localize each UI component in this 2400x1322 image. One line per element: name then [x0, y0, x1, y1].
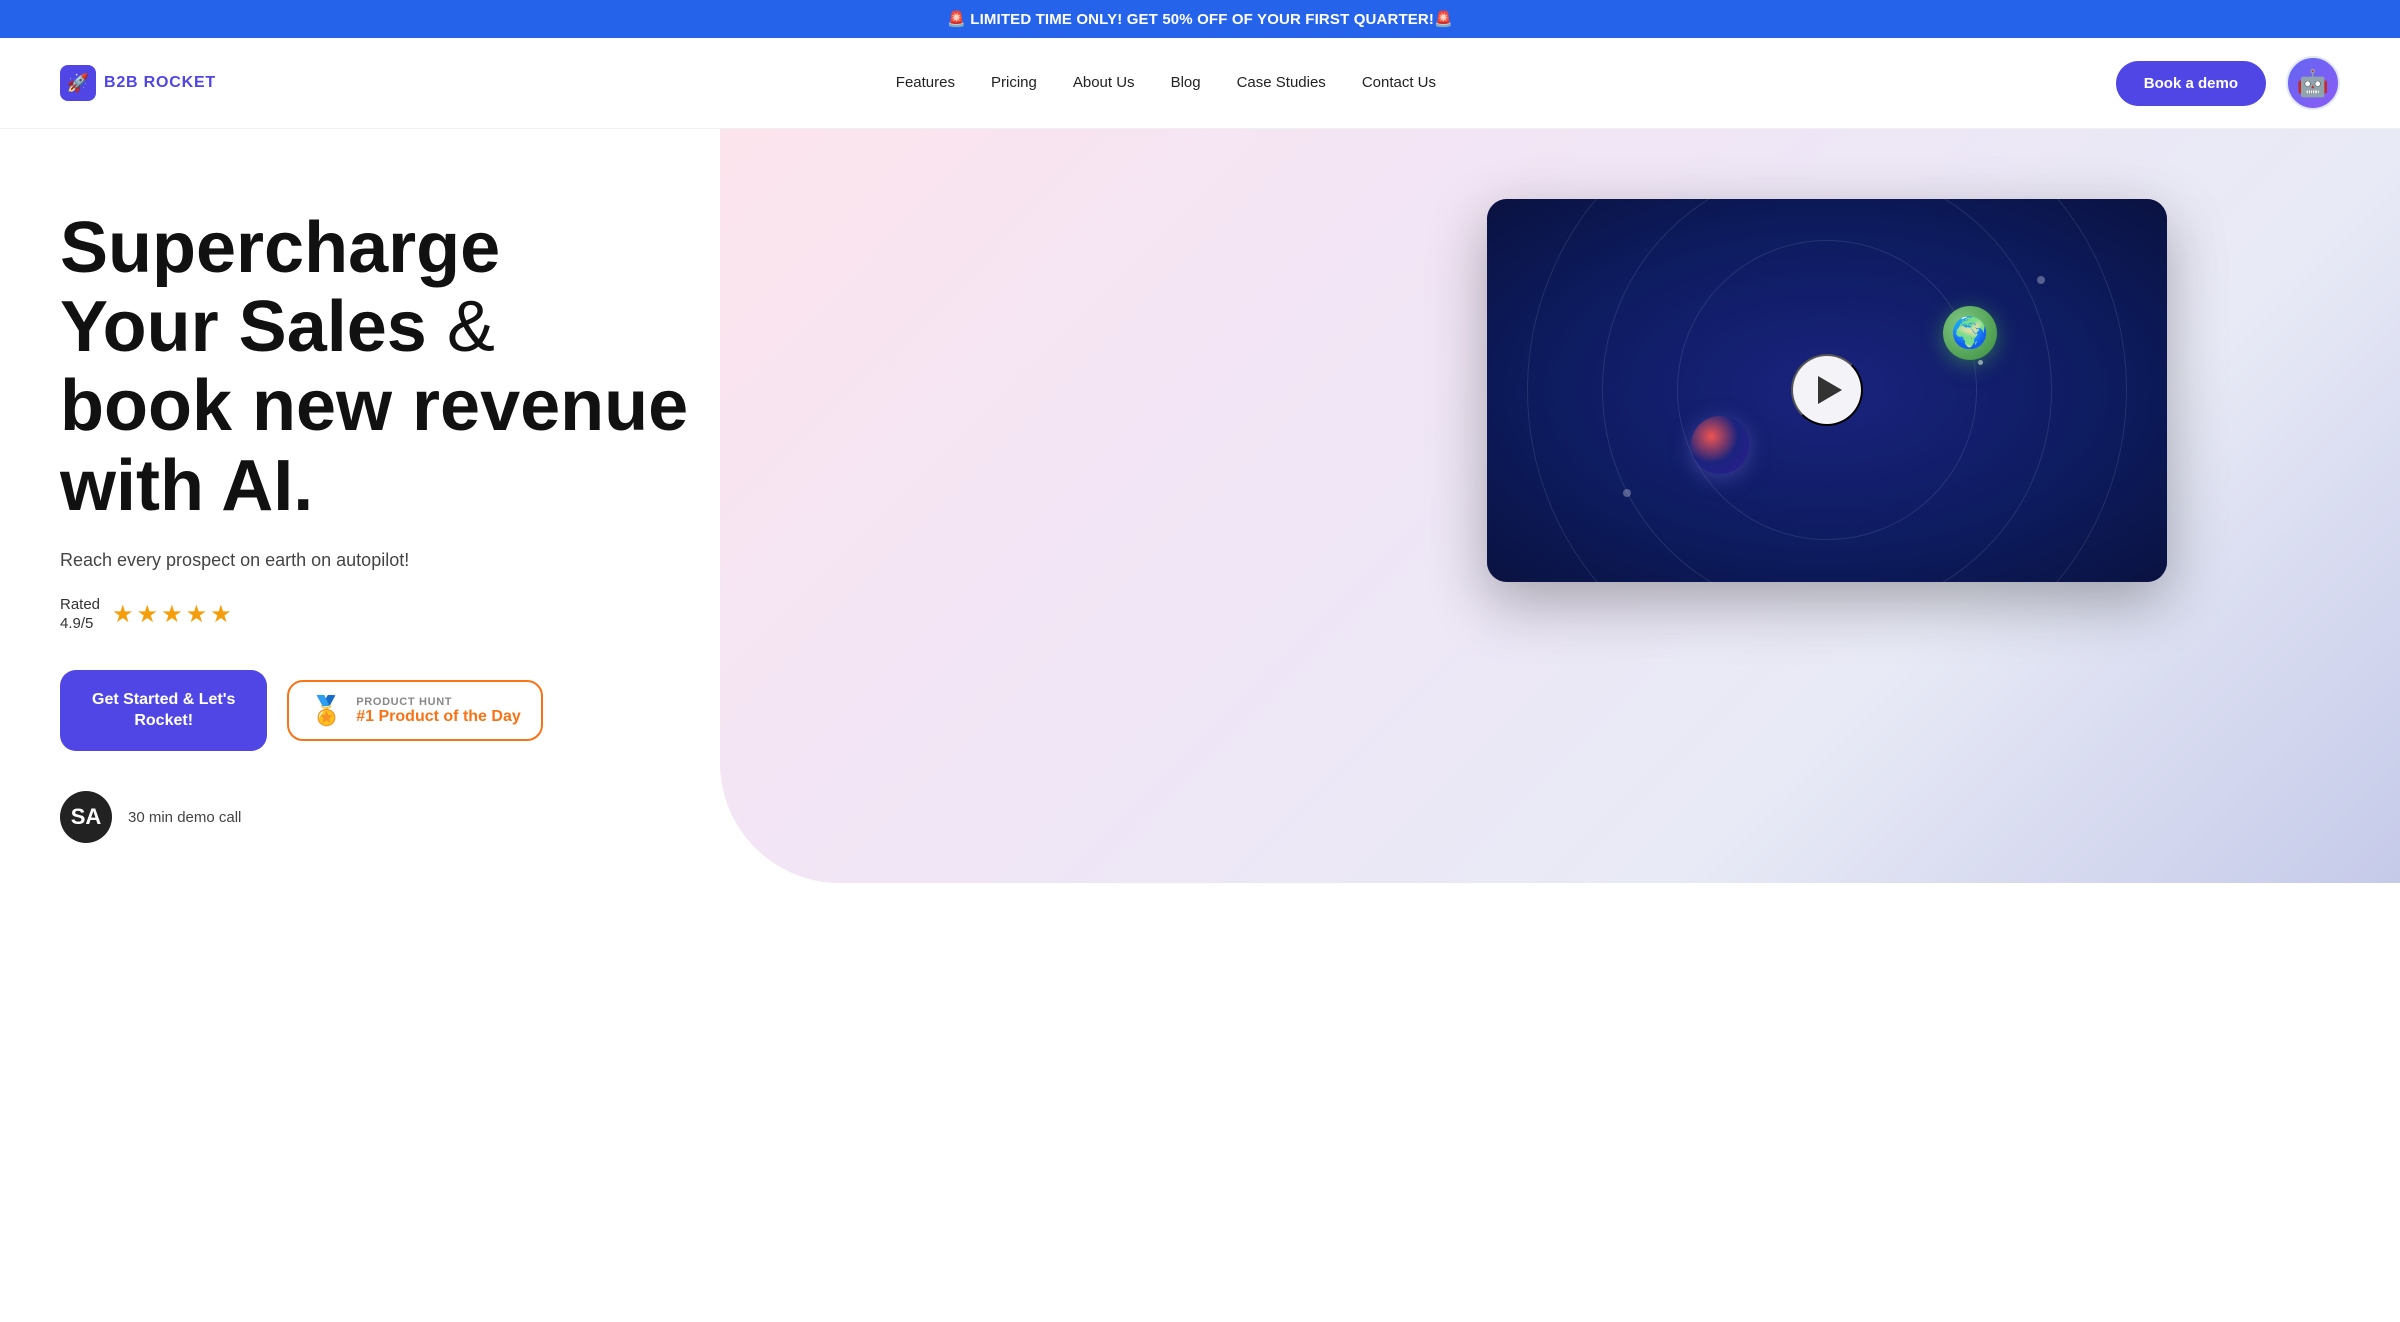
- product-hunt-badge[interactable]: 🏅 PRODUCT HUNT #1 Product of the Day: [287, 680, 542, 741]
- small-dot-1: [2037, 276, 2045, 284]
- hero-right: 🌍: [1314, 189, 2340, 582]
- star-5-half: ★: [210, 600, 232, 629]
- ph-label-bottom: #1 Product of the Day: [356, 708, 520, 726]
- star-rating: ★ ★ ★ ★ ★: [112, 600, 232, 629]
- star-4: ★: [186, 600, 208, 629]
- nav-case-studies[interactable]: Case Studies: [1237, 74, 1326, 91]
- navbar: 🚀 B2B ROCKET Features Pricing About Us B…: [0, 38, 2400, 129]
- hero-title-line3: book new revenue: [60, 366, 688, 446]
- hero-title-line4: with AI.: [60, 446, 313, 526]
- get-started-button[interactable]: Get Started & Let'sRocket!: [60, 670, 267, 752]
- hero-title-line1: Supercharge: [60, 208, 500, 288]
- book-demo-button[interactable]: Book a demo: [2116, 61, 2266, 106]
- banner-text: 🚨 LIMITED TIME ONLY! GET 50% OFF OF YOUR…: [947, 11, 1453, 28]
- video-container: 🌍: [1487, 199, 2167, 582]
- logo-link[interactable]: 🚀 B2B ROCKET: [60, 65, 216, 101]
- hero-subtitle: Reach every prospect on earth on autopil…: [60, 550, 1314, 571]
- play-button[interactable]: [1791, 354, 1863, 426]
- demo-call-text: 30 min demo call: [128, 809, 241, 826]
- ph-label-top: PRODUCT HUNT: [356, 696, 520, 708]
- nav-about[interactable]: About Us: [1073, 74, 1135, 91]
- hero-title-line2: Your Sales: [60, 287, 427, 367]
- demo-call-row: SA 30 min demo call: [60, 791, 1314, 843]
- robot-avatar: 🤖: [2286, 56, 2340, 110]
- nav-contact[interactable]: Contact Us: [1362, 74, 1436, 91]
- nav-links: Features Pricing About Us Blog Case Stud…: [896, 74, 1436, 92]
- hero-buttons: Get Started & Let'sRocket! 🏅 PRODUCT HUN…: [60, 670, 1314, 752]
- hero-ampersand: &: [427, 287, 495, 367]
- play-triangle-icon: [1818, 376, 1842, 404]
- star-1: ★: [112, 600, 134, 629]
- logo-icon: 🚀: [60, 65, 96, 101]
- star-2: ★: [137, 600, 159, 629]
- rating-label: Rated4.9/5: [60, 595, 100, 634]
- hero-left: Supercharge Your Sales & book new revenu…: [60, 189, 1314, 843]
- hero-section: Supercharge Your Sales & book new revenu…: [0, 129, 2400, 883]
- rating-row: Rated4.9/5 ★ ★ ★ ★ ★: [60, 595, 1314, 634]
- promo-banner: 🚨 LIMITED TIME ONLY! GET 50% OFF OF YOUR…: [0, 0, 2400, 38]
- logo-text: B2B ROCKET: [104, 74, 216, 92]
- video-inner: 🌍: [1487, 199, 2167, 582]
- nav-pricing[interactable]: Pricing: [991, 74, 1037, 91]
- demo-avatar: SA: [60, 791, 112, 843]
- nav-blog[interactable]: Blog: [1171, 74, 1201, 91]
- ph-text: PRODUCT HUNT #1 Product of the Day: [356, 696, 520, 726]
- medal-icon: 🏅: [309, 694, 344, 727]
- hero-title: Supercharge Your Sales & book new revenu…: [60, 209, 1314, 526]
- nav-features[interactable]: Features: [896, 74, 955, 91]
- orb-purple: [1691, 416, 1749, 474]
- orb-green: 🌍: [1943, 306, 1997, 360]
- star-3: ★: [161, 600, 183, 629]
- nav-right: Book a demo 🤖: [2116, 56, 2340, 110]
